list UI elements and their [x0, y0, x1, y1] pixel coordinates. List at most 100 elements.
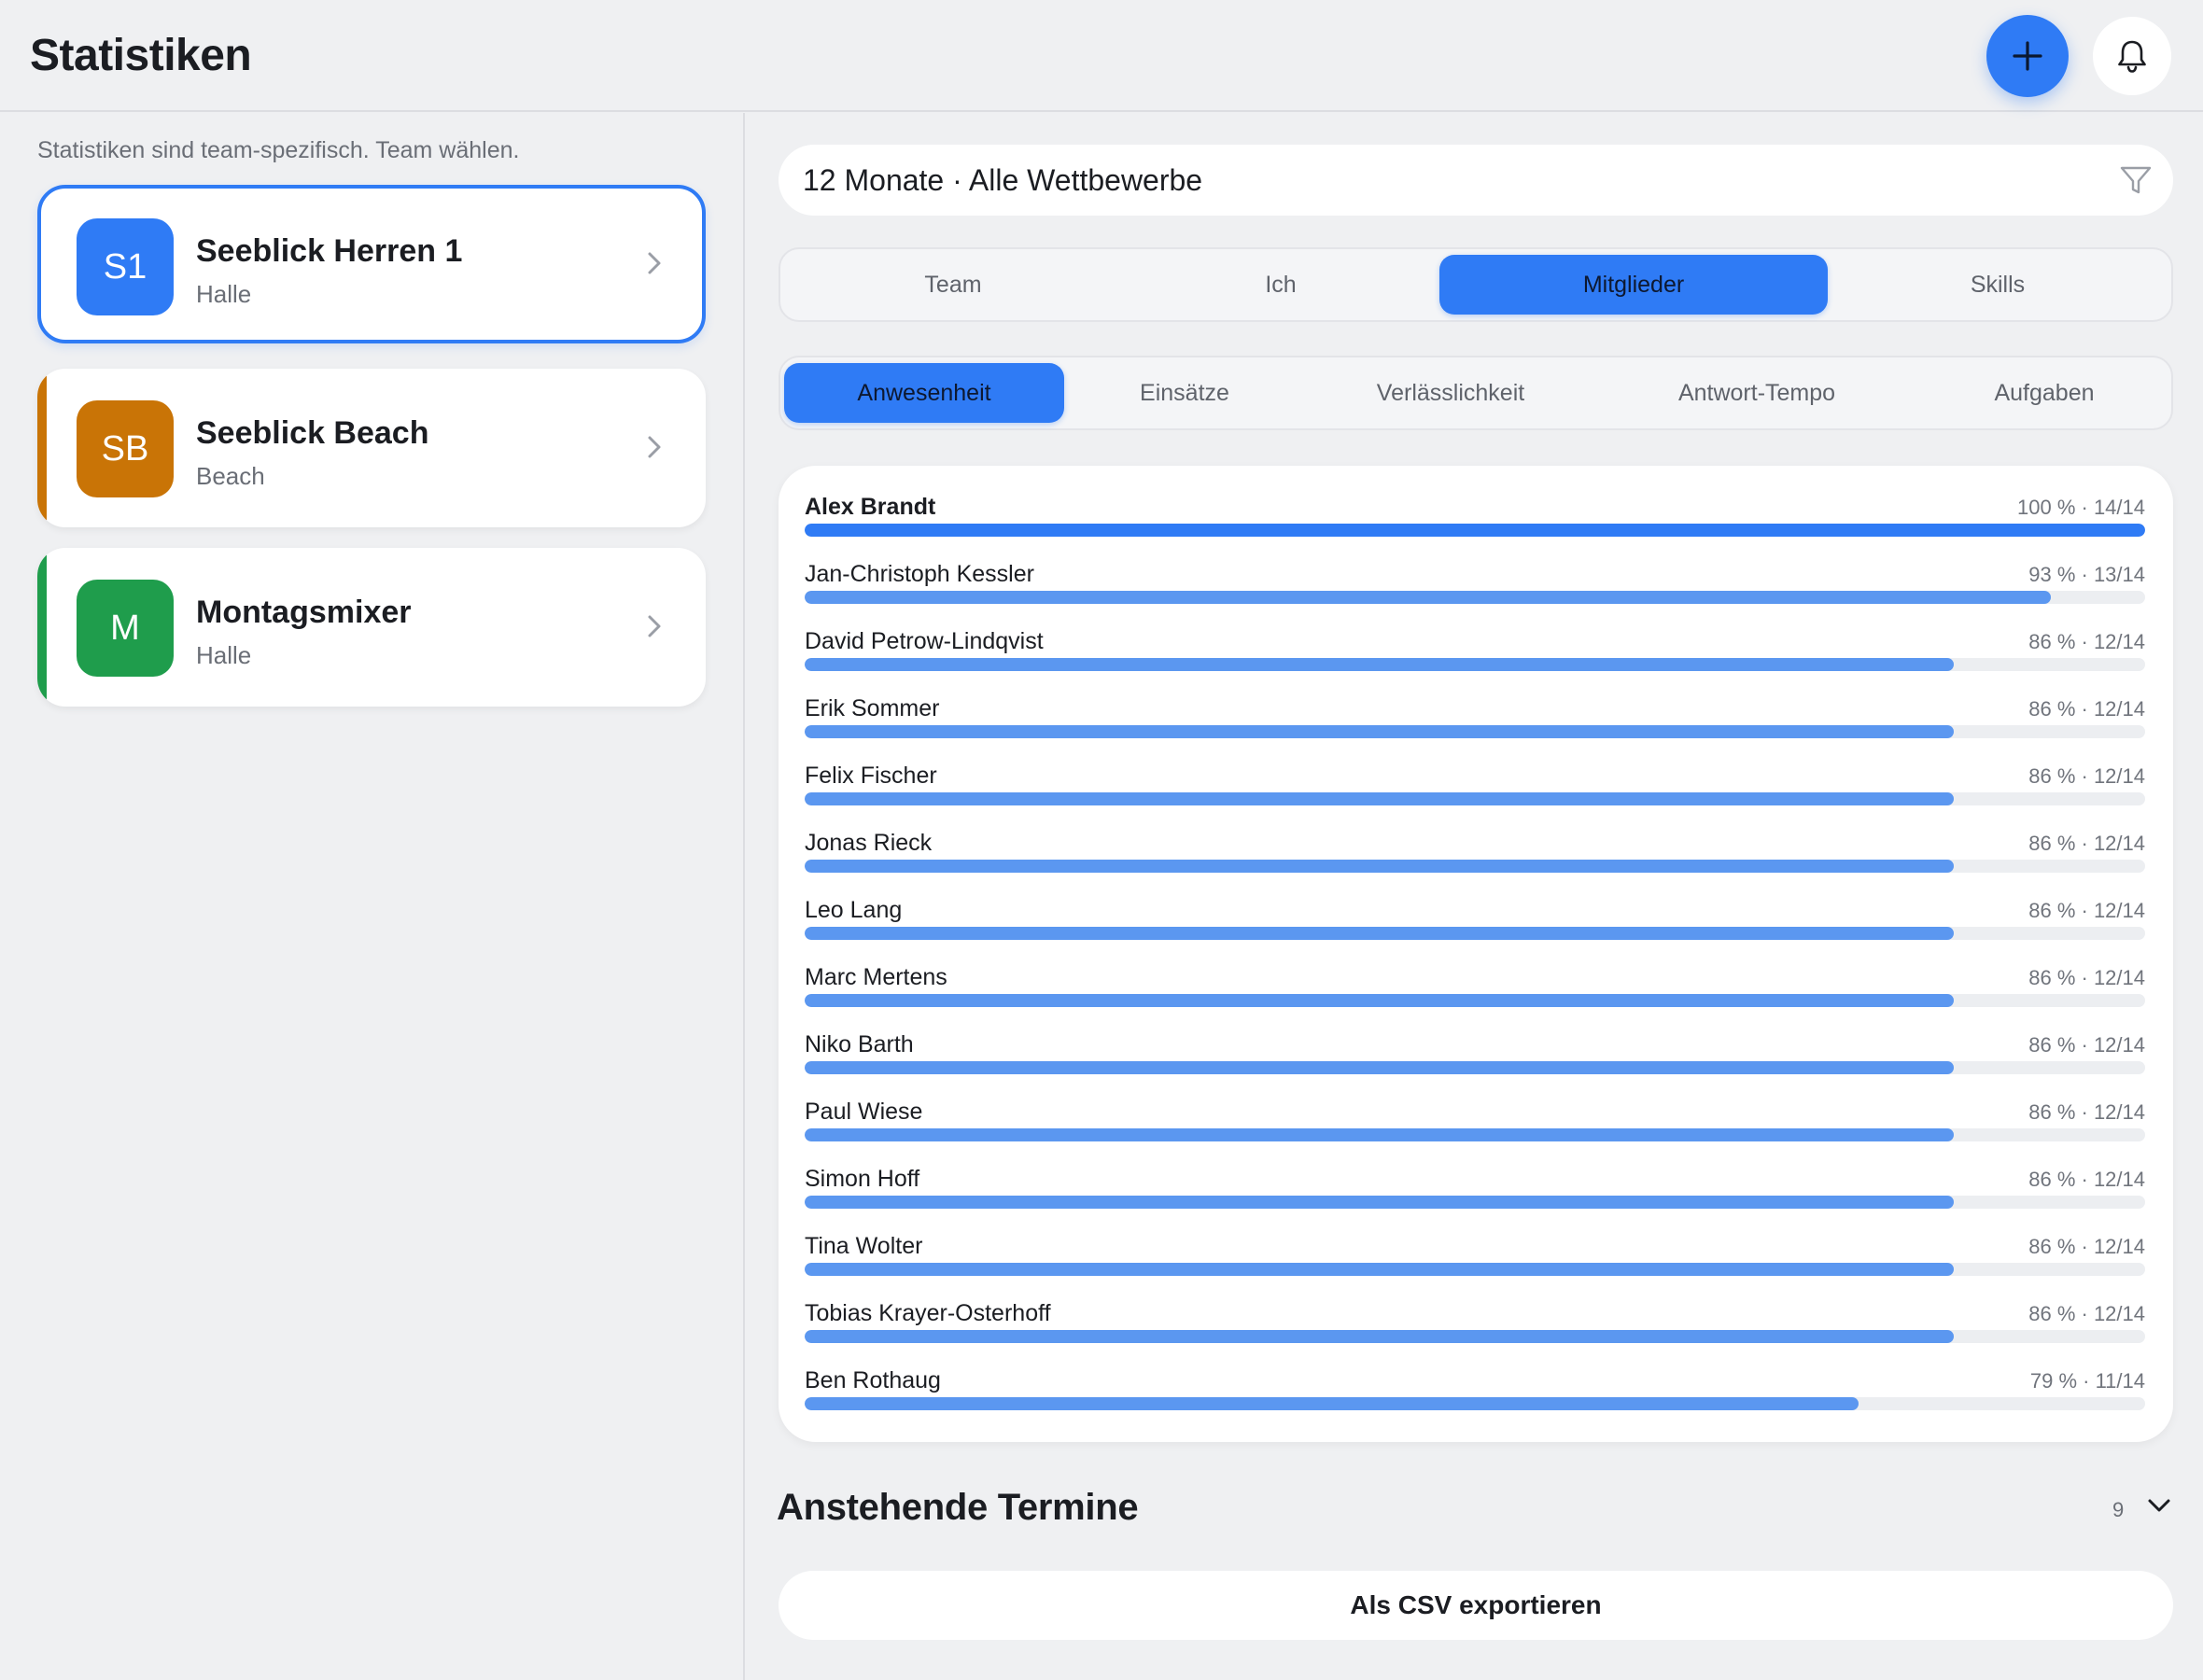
- attendance-list: Alex Brandt 100 % · 14/14 Jan-Christoph Ke…: [779, 466, 2173, 1442]
- attendance-bar-track: [805, 1263, 2145, 1276]
- period-filter[interactable]: 12 Monate · Alle Wettbewerbe: [779, 145, 2173, 216]
- attendance-bar-fill: [805, 1128, 1954, 1141]
- member-name: Marc Mertens: [805, 964, 947, 990]
- attendance-bar-track: [805, 658, 2145, 671]
- member-attendance-value: 86 % · 12/14: [2028, 630, 2145, 653]
- member-name: Jonas Rieck: [805, 830, 933, 856]
- tab-aufgaben[interactable]: Aufgaben: [1917, 363, 2171, 423]
- member-name: Jan-Christoph Kessler: [805, 561, 1034, 587]
- member-name: Felix Fischer: [805, 763, 937, 789]
- tab-mitglieder[interactable]: Mitglieder: [1439, 255, 1828, 315]
- attendance-bar-track: [805, 927, 2145, 940]
- member-row: Erik Sommer 86 % · 12/14: [805, 695, 2145, 751]
- attendance-bar-track: [805, 725, 2145, 738]
- member-row: Tina Wolter 86 % · 12/14: [805, 1233, 2145, 1289]
- member-attendance-value: 86 % · 12/14: [2028, 966, 2145, 989]
- attendance-bar-track: [805, 1330, 2145, 1343]
- team-subtitle: Beach: [196, 462, 265, 490]
- tab-antwort-tempo[interactable]: Antwort-Tempo: [1596, 363, 1917, 423]
- member-attendance-value: 86 % · 12/14: [2028, 1302, 2145, 1325]
- attendance-bar-fill: [805, 725, 1954, 738]
- team-avatar: M: [77, 580, 174, 677]
- plus-icon: [2013, 41, 2042, 71]
- bell-icon: [2118, 40, 2146, 73]
- tab-ich[interactable]: Ich: [1118, 255, 1443, 315]
- team-avatar: SB: [77, 400, 174, 497]
- team-name: Seeblick Beach: [196, 415, 429, 451]
- chevron-right-icon: [648, 436, 661, 458]
- stats-main: 12 Monate · Alle Wettbewerbe Team Ich Mi…: [747, 113, 2203, 1680]
- filter-icon[interactable]: [2119, 163, 2153, 197]
- add-button[interactable]: [1986, 15, 2069, 97]
- team-card-seeblick-beach[interactable]: SB Seeblick Beach Beach: [37, 369, 706, 527]
- attendance-bar-track: [805, 860, 2145, 873]
- member-attendance-value: 86 % · 12/14: [2028, 697, 2145, 721]
- attendance-bar-fill: [805, 1397, 1859, 1410]
- member-name: Leo Lang: [805, 897, 903, 923]
- tab-team[interactable]: Team: [788, 255, 1118, 315]
- member-name: Niko Barth: [805, 1031, 914, 1057]
- member-row: Paul Wiese 86 % · 12/14: [805, 1099, 2145, 1155]
- member-attendance-value: 86 % · 12/14: [2028, 1235, 2145, 1258]
- app-header: Statistiken: [0, 0, 2203, 112]
- member-name: Paul Wiese: [805, 1099, 923, 1125]
- member-name: Tina Wolter: [805, 1233, 923, 1259]
- member-name: Tobias Krayer-Osterhoff: [805, 1300, 1051, 1326]
- tab-anwesenheit[interactable]: Anwesenheit: [784, 363, 1064, 423]
- notifications-button[interactable]: [2093, 17, 2171, 95]
- member-attendance-value: 79 % · 11/14: [2029, 1369, 2145, 1393]
- member-row: Leo Lang 86 % · 12/14: [805, 897, 2145, 953]
- member-attendance-value: 86 % · 12/14: [2028, 1100, 2145, 1124]
- member-row: Jan-Christoph Kessler 93 % · 13/14: [805, 561, 2145, 617]
- member-row: Alex Brandt 100 % · 14/14: [805, 494, 2145, 550]
- tab-skills[interactable]: Skills: [1828, 255, 2168, 315]
- member-name: David Petrow-Lindqvist: [805, 628, 1044, 654]
- attendance-bar-track: [805, 591, 2145, 604]
- attendance-bar-fill: [805, 860, 1954, 873]
- attendance-bar-fill: [805, 1330, 1954, 1343]
- member-row: Felix Fischer 86 % · 12/14: [805, 763, 2145, 819]
- member-attendance-value: 86 % · 12/14: [2028, 1168, 2145, 1191]
- attendance-bar-track: [805, 1196, 2145, 1209]
- view-tabs: Team Ich Mitglieder Skills: [779, 247, 2173, 322]
- tab-verlaesslichkeit[interactable]: Verlässlichkeit: [1305, 363, 1596, 423]
- team-subtitle: Halle: [196, 641, 252, 669]
- team-color-stripe: [37, 369, 47, 527]
- team-sidebar: Statistiken sind team-spezifisch. Team w…: [0, 113, 745, 1680]
- attendance-bar-fill: [805, 524, 2145, 537]
- team-name: Montagsmixer: [196, 595, 412, 630]
- filter-label: 12 Monate · Alle Wettbewerbe: [803, 163, 1203, 197]
- team-card-montagsmixer[interactable]: M Montagsmixer Halle: [37, 548, 706, 707]
- attendance-bar-track: [805, 792, 2145, 805]
- member-row: Ben Rothaug 79 % · 11/14: [805, 1367, 2145, 1423]
- attendance-bar-fill: [805, 792, 1954, 805]
- member-name: Alex Brandt: [805, 494, 936, 520]
- team-card-seeblick-herren-1[interactable]: S1 Seeblick Herren 1 Halle: [37, 185, 706, 343]
- member-attendance-value: 86 % · 12/14: [2028, 899, 2145, 922]
- export-csv-button[interactable]: Als CSV exportieren: [779, 1571, 2173, 1640]
- member-attendance-value: 86 % · 12/14: [2028, 764, 2145, 788]
- chevron-down-icon[interactable]: [2145, 1495, 2173, 1516]
- attendance-bar-fill: [805, 1196, 1954, 1209]
- member-name: Erik Sommer: [805, 695, 940, 721]
- tab-einsaetze[interactable]: Einsätze: [1064, 363, 1305, 423]
- team-name: Seeblick Herren 1: [196, 233, 463, 269]
- member-attendance-value: 100 % · 14/14: [2017, 496, 2145, 519]
- attendance-bar-fill: [805, 658, 1954, 671]
- member-row: Niko Barth 86 % · 12/14: [805, 1031, 2145, 1087]
- member-row: Tobias Krayer-Osterhoff 86 % · 12/14: [805, 1300, 2145, 1356]
- upcoming-events-title: Anstehende Termine: [777, 1487, 1139, 1528]
- attendance-bar-track: [805, 994, 2145, 1007]
- attendance-bar-fill: [805, 994, 1954, 1007]
- member-row: Simon Hoff 86 % · 12/14: [805, 1166, 2145, 1222]
- page-title: Statistiken: [30, 31, 252, 80]
- attendance-bar-fill: [805, 927, 1954, 940]
- metric-tabs: Anwesenheit Einsätze Verlässlichkeit Ant…: [779, 356, 2173, 430]
- team-color-stripe: [37, 548, 47, 707]
- team-hint: Statistiken sind team-spezifisch. Team w…: [37, 137, 520, 163]
- member-name: Simon Hoff: [805, 1166, 920, 1192]
- chevron-right-icon: [648, 615, 661, 637]
- attendance-bar-fill: [805, 1061, 1954, 1074]
- chevron-right-icon: [648, 252, 661, 274]
- attendance-bar-track: [805, 524, 2145, 537]
